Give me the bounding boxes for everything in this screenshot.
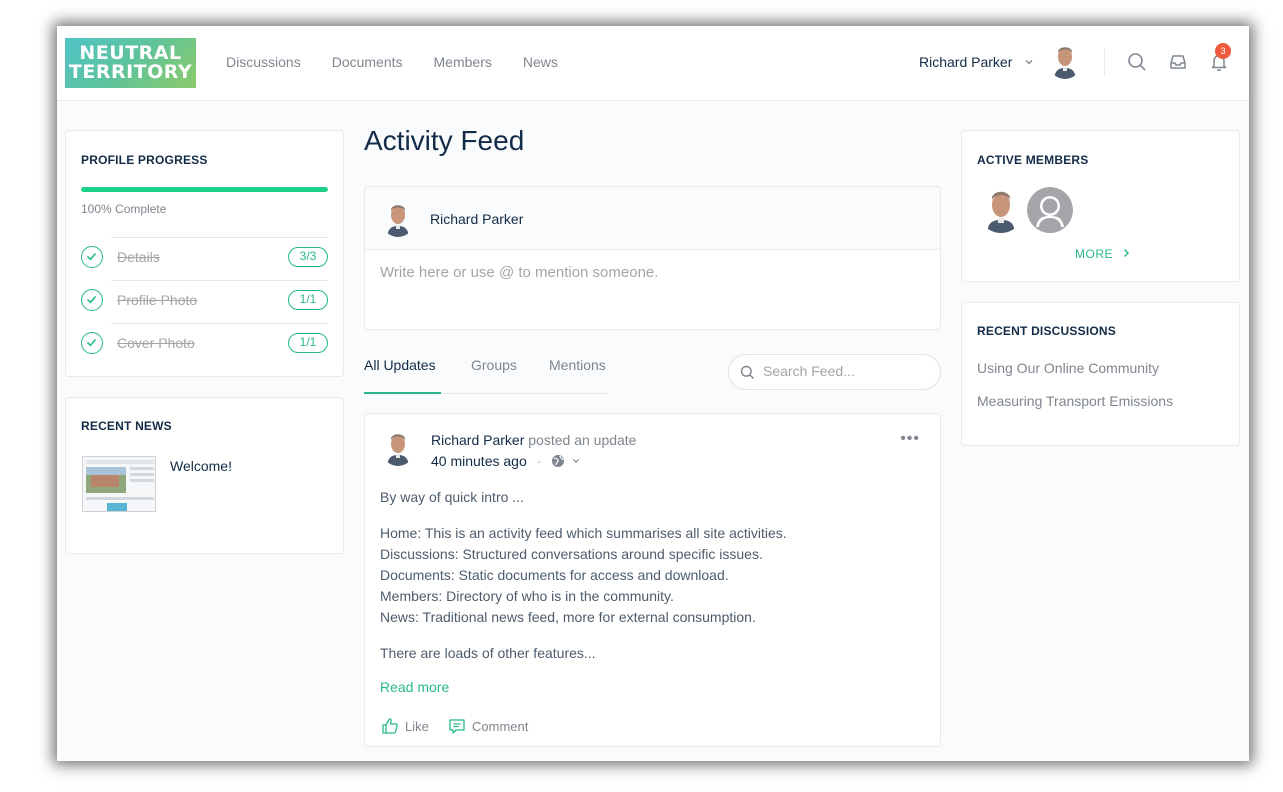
active-members-widget: ACTIVE MEMBERS MORE bbox=[961, 130, 1240, 282]
more-members-link[interactable]: MORE bbox=[1075, 247, 1130, 261]
site-logo[interactable]: NEUTRAL TERRITORY bbox=[65, 38, 196, 88]
feed-search-box bbox=[728, 354, 941, 390]
tab-groups[interactable]: Groups bbox=[471, 357, 517, 373]
app-window: NEUTRAL TERRITORY Discussions Documents … bbox=[57, 26, 1249, 761]
post-meta: 40 minutes ago · bbox=[431, 453, 580, 469]
activity-post: Richard Parker posted an update 40 minut… bbox=[364, 413, 941, 747]
top-header: NEUTRAL TERRITORY Discussions Documents … bbox=[57, 26, 1249, 101]
nav-members[interactable]: Members bbox=[434, 54, 492, 70]
post-outro: There are loads of other features... bbox=[380, 645, 596, 661]
comment-button[interactable]: Comment bbox=[448, 717, 528, 735]
thumbs-up-icon bbox=[382, 718, 398, 734]
feed-tabs: All Updates Groups Mentions bbox=[364, 353, 609, 394]
composer-author-name: Richard Parker bbox=[430, 211, 524, 227]
chevron-down-icon[interactable] bbox=[572, 457, 580, 465]
active-members-title: ACTIVE MEMBERS bbox=[977, 153, 1089, 167]
like-button[interactable]: Like bbox=[381, 717, 429, 735]
post-action-text: posted an update bbox=[528, 432, 637, 448]
step-count-badge: 1/1 bbox=[288, 290, 328, 310]
more-label: MORE bbox=[1075, 247, 1113, 261]
inbox-icon[interactable] bbox=[1168, 52, 1188, 72]
globe-icon[interactable] bbox=[551, 454, 565, 468]
step-divider bbox=[111, 280, 328, 281]
post-lines: Home: This is an activity feed which sum… bbox=[380, 523, 925, 628]
comment-label: Comment bbox=[472, 718, 529, 734]
member-avatar[interactable] bbox=[978, 187, 1024, 233]
post-line: Home: This is an activity feed which sum… bbox=[380, 525, 787, 541]
logo-line-2: TERRITORY bbox=[68, 61, 193, 83]
composer-avatar bbox=[381, 201, 415, 237]
profile-progress-title: PROFILE PROGRESS bbox=[81, 153, 208, 167]
header-divider bbox=[1104, 48, 1105, 76]
chevron-down-icon[interactable] bbox=[1024, 57, 1034, 67]
active-tab-indicator bbox=[364, 392, 441, 394]
post-line: Members: Directory of who is in the comm… bbox=[380, 588, 674, 604]
post-line: Discussions: Structured conversations ar… bbox=[380, 546, 763, 562]
recent-news-title: RECENT NEWS bbox=[81, 419, 172, 433]
nav-news[interactable]: News bbox=[523, 54, 558, 70]
profile-progress-widget: PROFILE PROGRESS 100% Complete Details 3… bbox=[65, 130, 344, 377]
notification-count-badge: 3 bbox=[1215, 43, 1231, 59]
user-avatar[interactable] bbox=[1048, 43, 1082, 79]
recent-news-widget: RECENT NEWS Welcome! bbox=[65, 397, 344, 554]
progress-step-cover-photo[interactable]: Cover Photo 1/1 bbox=[81, 323, 328, 366]
nav-documents[interactable]: Documents bbox=[332, 54, 403, 70]
tab-all-updates[interactable]: All Updates bbox=[364, 357, 436, 373]
news-item-title[interactable]: Welcome! bbox=[170, 458, 232, 474]
post-intro: By way of quick intro ... bbox=[380, 489, 524, 505]
profile-progress-bar bbox=[81, 187, 328, 192]
user-menu-name[interactable]: Richard Parker bbox=[919, 54, 1012, 70]
post-header-line: Richard Parker posted an update bbox=[431, 432, 636, 448]
step-label: Profile Photo bbox=[117, 292, 198, 308]
progress-step-profile-photo[interactable]: Profile Photo 1/1 bbox=[81, 280, 328, 323]
meta-separator: · bbox=[536, 453, 542, 469]
search-icon bbox=[740, 365, 754, 379]
read-more-link[interactable]: Read more bbox=[380, 679, 449, 695]
tab-mentions[interactable]: Mentions bbox=[549, 357, 606, 373]
discussion-link[interactable]: Measuring Transport Emissions bbox=[977, 393, 1173, 409]
post-line: Documents: Static documents for access a… bbox=[380, 567, 729, 583]
step-label: Cover Photo bbox=[117, 335, 195, 351]
discussion-link[interactable]: Using Our Online Community bbox=[977, 360, 1159, 376]
progress-step-details[interactable]: Details 3/3 bbox=[81, 237, 328, 280]
step-count-badge: 3/3 bbox=[288, 247, 328, 267]
main-nav: Discussions Documents Members News bbox=[226, 54, 589, 70]
profile-progress-fill bbox=[81, 187, 328, 192]
recent-discussions-widget: RECENT DISCUSSIONS Using Our Online Comm… bbox=[961, 302, 1240, 446]
chevron-right-icon bbox=[1123, 249, 1129, 257]
post-author-name[interactable]: Richard Parker bbox=[431, 432, 524, 448]
recent-discussions-title: RECENT DISCUSSIONS bbox=[977, 324, 1116, 338]
post-composer-input[interactable] bbox=[380, 264, 925, 281]
like-label: Like bbox=[405, 718, 429, 734]
member-avatar-placeholder[interactable] bbox=[1027, 187, 1073, 233]
post-timestamp[interactable]: 40 minutes ago bbox=[431, 453, 527, 469]
news-thumbnail[interactable] bbox=[82, 456, 156, 512]
more-options-icon[interactable]: ••• bbox=[900, 430, 920, 448]
post-author-avatar[interactable] bbox=[381, 430, 415, 466]
composer-header: Richard Parker bbox=[364, 186, 941, 250]
comment-icon bbox=[449, 719, 465, 734]
step-label: Details bbox=[117, 249, 160, 265]
page-title: Activity Feed bbox=[364, 125, 525, 156]
composer-body bbox=[364, 249, 941, 330]
nav-discussions[interactable]: Discussions bbox=[226, 54, 301, 70]
check-circle-icon bbox=[81, 332, 103, 354]
feed-search-input[interactable] bbox=[763, 363, 933, 379]
post-content: By way of quick intro ... Home: This is … bbox=[380, 487, 925, 679]
check-circle-icon bbox=[81, 246, 103, 268]
check-circle-icon bbox=[81, 289, 103, 311]
search-icon[interactable] bbox=[1127, 52, 1147, 72]
step-count-badge: 1/1 bbox=[288, 333, 328, 353]
post-line: News: Traditional news feed, more for ex… bbox=[380, 609, 756, 625]
profile-progress-label: 100% Complete bbox=[81, 202, 167, 216]
step-divider bbox=[111, 323, 328, 324]
step-divider bbox=[111, 237, 328, 238]
